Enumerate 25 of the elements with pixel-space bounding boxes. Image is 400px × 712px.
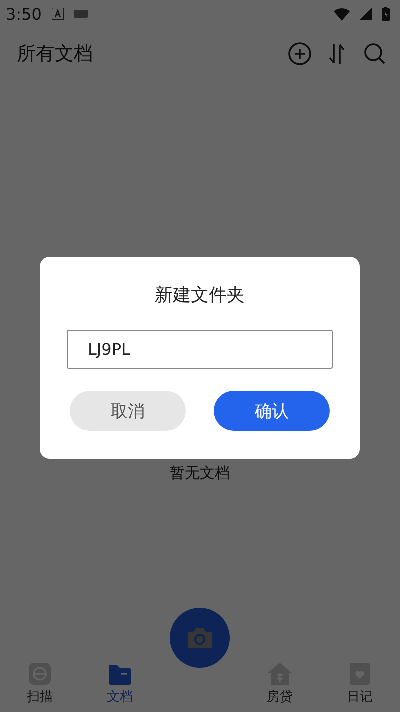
empty-message: 暂无文档 <box>170 464 230 484</box>
tab-item[interactable]: 日记 <box>320 662 400 706</box>
folder-icon <box>108 664 132 686</box>
wifi-icon <box>334 8 350 20</box>
sort-icon[interactable] <box>328 43 346 65</box>
signal-icon <box>360 8 372 20</box>
cancel-button[interactable]: 取消 <box>70 391 186 431</box>
tab-label: 日记 <box>347 689 373 706</box>
battery-icon <box>382 7 390 21</box>
status-time: 3:50 <box>6 4 42 24</box>
folder-name-field[interactable]: LJ9PL <box>67 330 333 369</box>
tab-label: 房贷 <box>267 689 293 706</box>
page-title: 所有文档 <box>17 42 94 67</box>
search-icon[interactable] <box>364 43 386 65</box>
tab-item[interactable]: 扫描 <box>0 662 80 706</box>
keyboard-icon <box>74 10 88 18</box>
tab-label: 文档 <box>107 689 133 706</box>
tab-label: 扫描 <box>27 689 53 706</box>
camera-icon <box>186 627 214 649</box>
notification-icon <box>52 8 64 20</box>
tab-item[interactable]: 文档 <box>80 664 160 706</box>
tab-item[interactable]: 房贷 <box>240 662 320 706</box>
add-icon[interactable] <box>288 42 312 66</box>
dialog-title: 新建文件夹 <box>155 284 245 307</box>
confirm-button[interactable]: 确认 <box>214 391 330 431</box>
